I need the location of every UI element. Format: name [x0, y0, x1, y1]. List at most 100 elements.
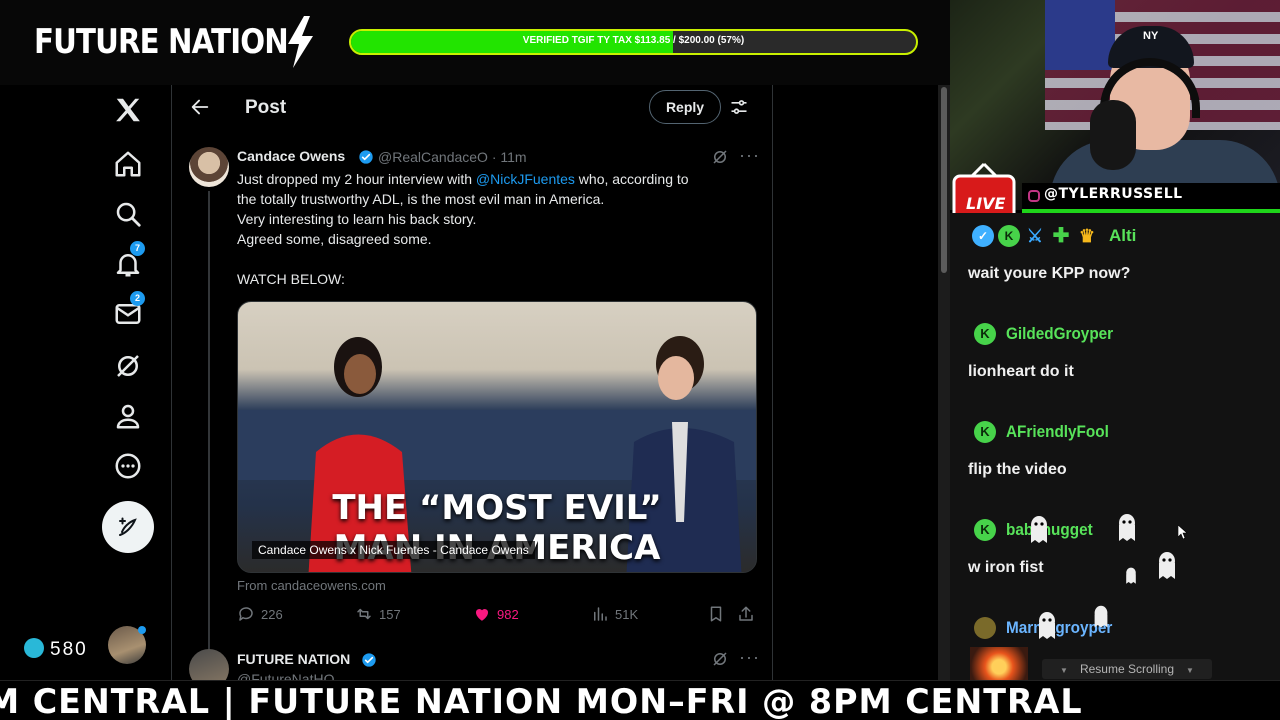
- reply-button[interactable]: Reply: [649, 90, 721, 124]
- bottom-ticker: M CENTRAL | FUTURE NATION MON–FRI @ 8PM …: [0, 680, 1280, 720]
- post-column: Post Reply Candace Owens @RealCandaceO ·…: [173, 85, 773, 680]
- chat-message: flip the video: [968, 461, 1067, 478]
- user-badge-icon: [974, 617, 996, 639]
- live-chat[interactable]: ✓ K ⚔ ✚ ♛ Alti wait youre KPP now? K GildedG…: [950, 213, 1280, 680]
- more-options-icon[interactable]: ···: [739, 647, 760, 668]
- more-options-icon[interactable]: ···: [739, 145, 760, 166]
- verified-badge-icon: ✓: [972, 225, 994, 247]
- x-browser-capture: 7 2 580 Post Reply Candace Owens @RealCa…: [0, 85, 950, 680]
- like-count: 982: [497, 607, 519, 622]
- post-text-line: Very interesting to learn his back story…: [237, 211, 477, 227]
- verified-badge-icon: [359, 150, 373, 164]
- search-icon[interactable]: [113, 199, 143, 229]
- flag-canton: [1045, 0, 1115, 70]
- reply-count: 226: [261, 607, 283, 622]
- author-handle[interactable]: @RealCandaceO · 11m: [378, 149, 527, 165]
- compose-post-button[interactable]: [102, 501, 154, 553]
- x-sidebar-nav: 7 2 580: [0, 85, 172, 680]
- resume-scrolling-label: Resume Scrolling: [1079, 662, 1175, 676]
- lightning-bolt-icon: [288, 16, 313, 68]
- chevron-down-icon: ▼: [1186, 666, 1194, 675]
- online-dot: [138, 626, 146, 634]
- filter-sliders-icon[interactable]: [729, 97, 749, 117]
- messages-icon[interactable]: 2: [113, 291, 145, 329]
- share-action[interactable]: [737, 605, 761, 623]
- emote-ghost-icon: [1031, 516, 1047, 543]
- author-avatar[interactable]: [189, 147, 229, 187]
- repost-icon: [357, 608, 371, 620]
- donation-goal-text: VERIFIED TGIF TY TAX $113.85 / $200.00 (…: [522, 35, 745, 46]
- post-header: Post Reply: [173, 85, 772, 131]
- chat-user-badges: ✓ K ⚔ ✚ ♛: [972, 225, 1102, 249]
- chat-username[interactable]: GildedGroyper: [1006, 324, 1113, 344]
- points-value: 580: [50, 639, 88, 660]
- streamer-handle: @TYLERRUSSELL: [1044, 186, 1183, 202]
- k-badge-icon: K: [974, 323, 996, 345]
- resume-scrolling-button[interactable]: ▼ Resume Scrolling ▼: [1042, 659, 1212, 679]
- ticker-text: M CENTRAL | FUTURE NATION MON–FRI @ 8PM …: [0, 682, 1083, 720]
- page-title: Post: [245, 97, 287, 118]
- page-scrollbar[interactable]: [938, 85, 950, 680]
- cap-logo-icon: NY: [1143, 30, 1159, 42]
- donation-goal-bar: VERIFIED TGIF TY TAX $113.85 / $200.00 (…: [349, 29, 918, 55]
- emote-ghost-icon: [1119, 514, 1135, 541]
- home-icon[interactable]: [113, 149, 143, 179]
- mention-link[interactable]: @NickJFuentes: [476, 171, 575, 187]
- grok-explain-icon[interactable]: [711, 650, 729, 668]
- k-badge-icon: K: [974, 519, 996, 541]
- post-actions: 226 157 982 51K: [237, 605, 757, 627]
- more-icon[interactable]: [113, 451, 143, 481]
- account-avatar[interactable]: [108, 626, 146, 664]
- chat-message: w iron fist: [968, 559, 1044, 576]
- mouse-cursor-icon: [1178, 525, 1188, 539]
- grok-icon[interactable]: [113, 351, 143, 381]
- chat-username[interactable]: AFriendlyFool: [1006, 422, 1109, 442]
- video-card[interactable]: THE “MOST EVIL” MAN IN AMERICA Candace O…: [237, 301, 757, 573]
- feather-plus-icon: [119, 517, 137, 536]
- verified-badge-icon: [362, 653, 376, 667]
- views-action[interactable]: 51K: [591, 605, 638, 623]
- repost-action[interactable]: 157: [355, 605, 401, 623]
- crown-icon: ♛: [1078, 226, 1096, 246]
- reply-author-name[interactable]: FUTURE NATION: [237, 651, 350, 667]
- profile-icon[interactable]: [113, 401, 143, 431]
- bookmark-action[interactable]: [707, 605, 731, 623]
- video-headline-line: THE “MOST EVIL”: [332, 488, 662, 528]
- reply-icon: [239, 607, 253, 621]
- points-counter: 580: [24, 638, 88, 661]
- notifications-icon[interactable]: 7: [113, 241, 145, 279]
- post-text-line: the totally trustworthy ADL, is the most…: [237, 191, 605, 207]
- emote-ghost-icon: [1159, 552, 1175, 579]
- back-arrow-icon[interactable]: [189, 96, 211, 118]
- like-action[interactable]: 982: [473, 605, 519, 623]
- chat-message: lionheart do it: [968, 363, 1074, 380]
- notifications-badge: 7: [130, 241, 145, 256]
- messages-badge: 2: [130, 291, 145, 306]
- brand-logo-text: FUTURE NATION: [34, 22, 289, 62]
- scrollbar-thumb[interactable]: [941, 87, 947, 273]
- reply-action[interactable]: 226: [237, 605, 283, 623]
- link-source[interactable]: From candaceowens.com: [237, 578, 386, 593]
- k-badge-icon: K: [998, 225, 1020, 247]
- instagram-icon: [1028, 190, 1040, 202]
- sword-icon: ⚔: [1026, 226, 1044, 246]
- repost-count: 157: [379, 607, 401, 622]
- video-caption: Candace Owens x Nick Fuentes - Candace O…: [252, 541, 535, 559]
- k-badge-icon: K: [974, 421, 996, 443]
- post-text: Just dropped my 2 hour interview with @N…: [237, 169, 753, 289]
- chat-username[interactable]: Alti: [1109, 226, 1136, 246]
- post-text-line: Just dropped my 2 hour interview with: [237, 171, 476, 187]
- post-text-line: WATCH BELOW:: [237, 271, 345, 287]
- x-logo[interactable]: [113, 95, 143, 125]
- emote-ghost-icon: [1039, 612, 1055, 639]
- post-text-line: who, according to: [574, 171, 689, 187]
- emote-fire-thumbnail: [970, 647, 1028, 680]
- reply-author-avatar[interactable]: [189, 649, 229, 680]
- reply-author-handle[interactable]: @FutureNatHQ: [237, 671, 334, 680]
- live-label: LIVE: [966, 194, 1006, 213]
- grok-explain-icon[interactable]: [711, 148, 729, 166]
- views-count: 51K: [615, 607, 639, 622]
- heart-icon: [475, 608, 489, 621]
- author-name[interactable]: Candace Owens: [237, 148, 345, 164]
